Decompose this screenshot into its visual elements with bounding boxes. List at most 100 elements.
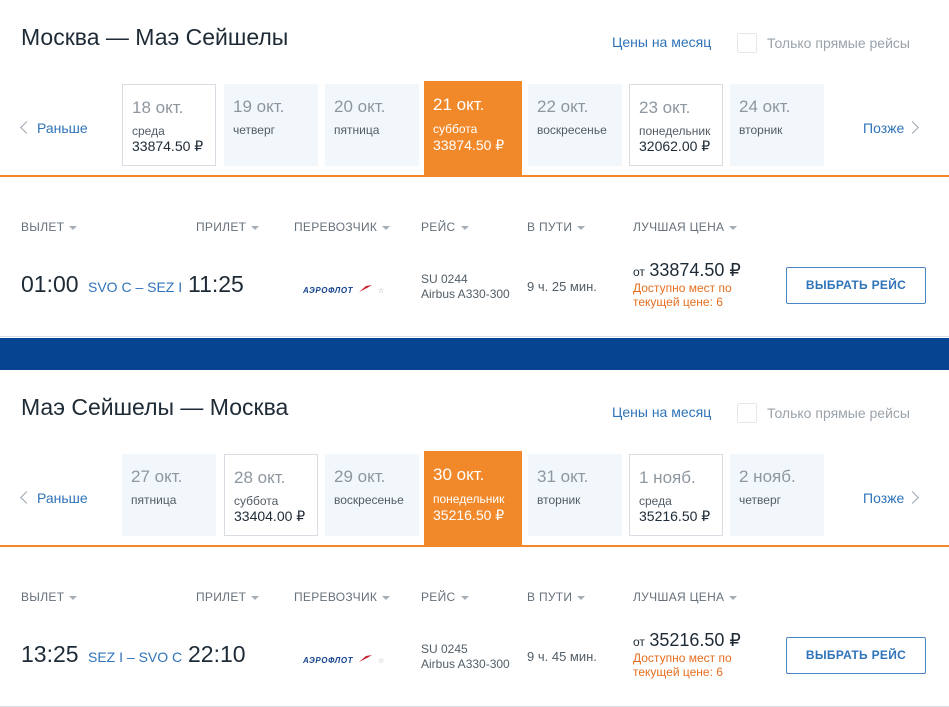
sort-carrier[interactable]: ПЕРЕВОЗЧИК [294,220,391,234]
weekday-label: четверг [739,493,781,507]
return-section: Маэ Сейшелы — Москва Цены на месяц Тольк… [0,370,949,707]
wing-icon [358,284,372,292]
sort-departure[interactable]: ВЫЛЕТ [21,220,78,234]
sickle-icon: ☆ [378,288,385,295]
date-price: 35216.50 ₽ [639,508,711,524]
sort-caret-icon [577,595,586,600]
price-from-label: от [633,265,645,279]
date-cell[interactable]: 27 окт. пятница [122,454,216,536]
best-price: от 35216.50 ₽ [633,630,741,651]
airports-route: SVO C – SEZ I [88,279,183,295]
date-label: 22 окт. [537,97,589,116]
date-cell[interactable]: 18 окт. среда 33874.50 ₽ [122,84,216,166]
sort-caret-icon [460,225,469,230]
weekday-label: понедельник [639,124,711,138]
sort-caret-icon [577,225,586,230]
sort-best-price[interactable]: ЛУЧШАЯ ЦЕНА [633,220,738,234]
price-value: 33874.50 ₽ [649,260,741,280]
chevron-right-icon [906,491,920,505]
date-label: 24 окт. [739,97,791,116]
later-label: Позже [863,490,905,506]
weekday-label: воскресенье [537,123,607,137]
earlier-dates-button[interactable]: Раньше [20,120,88,136]
date-cell-selected[interactable]: 30 окт. понедельник 35216.50 ₽ [424,451,522,546]
weekday-label: среда [132,124,165,138]
date-price: 33874.50 ₽ [132,138,204,154]
month-prices-link[interactable]: Цены на месяц [612,404,711,420]
date-cell[interactable]: 31 окт. вторник [528,454,622,536]
select-flight-button[interactable]: ВЫБРАТЬ РЕЙС [786,267,926,304]
arrival-time: 11:25 [188,271,244,297]
date-price: 33874.50 ₽ [433,137,505,153]
direct-flights-checkbox[interactable] [737,33,757,53]
price-from-label: от [633,635,645,649]
date-cell[interactable]: 23 окт. понедельник 32062.00 ₽ [629,84,723,166]
date-label: 19 окт. [233,97,285,116]
date-cell[interactable]: 22 окт. воскресенье [528,84,622,166]
sort-carrier[interactable]: ПЕРЕВОЗЧИК [294,590,391,604]
sort-caret-icon [460,595,469,600]
sort-caret-icon [251,595,260,600]
date-label: 31 окт. [537,467,589,486]
price-value: 35216.50 ₽ [649,630,741,650]
chevron-right-icon [906,121,920,135]
date-price: 35216.50 ₽ [433,507,505,523]
date-label: 1 нояб. [639,468,696,487]
sort-caret-icon [382,225,391,230]
later-dates-button[interactable]: Позже [863,120,920,136]
chevron-left-icon [20,491,33,505]
sort-arrival[interactable]: ПРИЛЕТ [196,220,260,234]
select-flight-button[interactable]: ВЫБРАТЬ РЕЙС [786,637,926,674]
date-cell[interactable]: 28 окт. суббота 33404.00 ₽ [224,454,318,536]
date-label: 29 окт. [334,467,386,486]
sort-departure[interactable]: ВЫЛЕТ [21,590,78,604]
direct-flights-label: Только прямые рейсы [767,405,910,421]
earlier-dates-button[interactable]: Раньше [20,490,88,506]
date-cell-selected[interactable]: 21 окт. суббота 33874.50 ₽ [424,81,522,176]
date-price: 32062.00 ₽ [639,138,711,154]
sort-arrival[interactable]: ПРИЛЕТ [196,590,260,604]
date-label: 28 окт. [234,468,286,487]
best-price: от 33874.50 ₽ [633,260,741,281]
flight-number: SU 0245 [421,642,468,656]
weekday-label: пятница [131,493,177,507]
aeroflot-logo-icon: АЭРОФЛОТ ☆ [303,650,384,666]
later-dates-button[interactable]: Позже [863,490,920,506]
month-prices-link[interactable]: Цены на месяц [612,34,711,50]
sort-duration[interactable]: В ПУТИ [527,220,586,234]
sort-caret-icon [382,595,391,600]
weekday-label: понедельник [433,492,505,506]
sort-flight[interactable]: РЕЙС [421,590,469,604]
flight-duration: 9 ч. 25 мин. [527,279,597,294]
weekday-label: воскресенье [334,493,404,507]
aircraft-type: Airbus A330-300 [421,287,510,301]
airline-logo-text: АЭРОФЛОТ [303,656,354,665]
direct-flights-checkbox[interactable] [737,403,757,423]
sort-caret-icon [69,595,78,600]
weekday-label: вторник [739,123,783,137]
route-title: Москва — Маэ Сейшелы [21,24,289,50]
sort-duration[interactable]: В ПУТИ [527,590,586,604]
sort-flight[interactable]: РЕЙС [421,220,469,234]
date-cell[interactable]: 2 нояб. четверг [730,454,824,536]
date-label: 20 окт. [334,97,386,116]
date-cell[interactable]: 20 окт. пятница [325,84,419,166]
wing-icon [358,654,372,662]
date-cell[interactable]: 19 окт. четверг [224,84,318,166]
date-cell[interactable]: 24 окт. вторник [730,84,824,166]
date-strip-divider [0,545,949,547]
later-label: Позже [863,120,905,136]
flight-number: SU 0244 [421,272,468,286]
airline-logo-text: АЭРОФЛОТ [303,286,354,295]
sort-best-price[interactable]: ЛУЧШАЯ ЦЕНА [633,590,738,604]
flight-duration: 9 ч. 45 мин. [527,649,597,664]
sort-caret-icon [69,225,78,230]
sort-caret-icon [729,225,738,230]
earlier-label: Раньше [37,120,88,136]
date-price: 33404.00 ₽ [234,508,306,524]
date-label: 2 нояб. [739,467,796,486]
date-cell[interactable]: 29 окт. воскресенье [325,454,419,536]
date-cell[interactable]: 1 нояб. среда 35216.50 ₽ [629,454,723,536]
aircraft-type: Airbus A330-300 [421,657,510,671]
date-label: 30 окт. [433,465,485,484]
